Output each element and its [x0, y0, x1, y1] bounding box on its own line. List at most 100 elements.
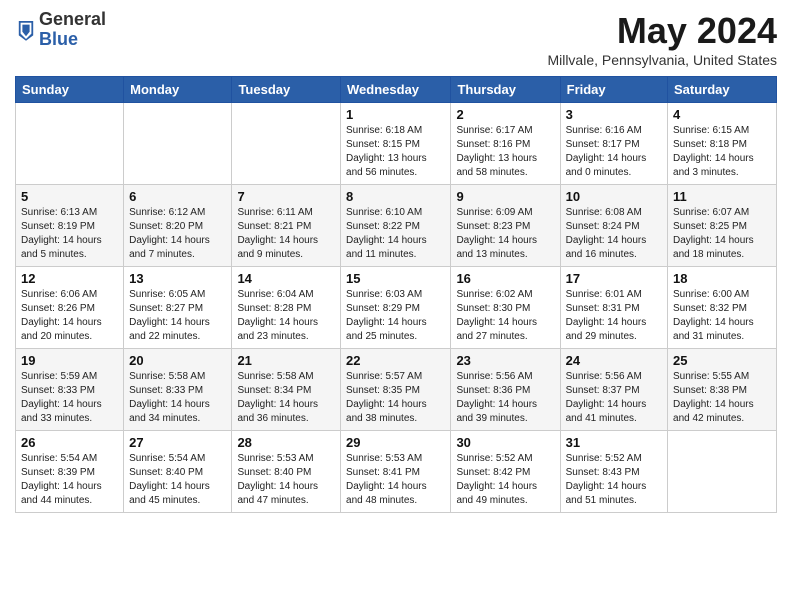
calendar-cell: 13 Sunrise: 6:05 AMSunset: 8:27 PMDayligh…: [124, 267, 232, 349]
day-info: Sunrise: 6:11 AMSunset: 8:21 PMDaylight:…: [237, 206, 335, 262]
calendar-cell: 12 Sunrise: 6:06 AMSunset: 8:26 PMDayligh…: [16, 267, 124, 349]
day-number: 21: [237, 353, 335, 368]
week-row-1: 1 Sunrise: 6:18 AMSunset: 8:15 PMDaylight…: [16, 103, 777, 185]
day-number: 19: [21, 353, 118, 368]
calendar-cell: 21 Sunrise: 5:58 AMSunset: 8:34 PMDayligh…: [232, 349, 341, 431]
day-number: 30: [456, 435, 554, 450]
weekday-header-thursday: Thursday: [451, 77, 560, 103]
calendar-cell: 9 Sunrise: 6:09 AMSunset: 8:23 PMDaylight…: [451, 185, 560, 267]
day-info: Sunrise: 6:12 AMSunset: 8:20 PMDaylight:…: [129, 206, 226, 262]
day-number: 20: [129, 353, 226, 368]
day-info: Sunrise: 5:53 AMSunset: 8:41 PMDaylight:…: [346, 452, 445, 508]
calendar-cell: 4 Sunrise: 6:15 AMSunset: 8:18 PMDaylight…: [668, 103, 777, 185]
location-text: Millvale, Pennsylvania, United States: [547, 52, 777, 68]
day-number: 16: [456, 271, 554, 286]
calendar-cell: 6 Sunrise: 6:12 AMSunset: 8:20 PMDaylight…: [124, 185, 232, 267]
weekday-header-row: SundayMondayTuesdayWednesdayThursdayFrid…: [16, 77, 777, 103]
calendar-cell: 7Sunrise: 6:11 AMSunset: 8:21 PMDaylight…: [232, 185, 341, 267]
calendar-cell: 17 Sunrise: 6:01 AMSunset: 8:31 PMDayligh…: [560, 267, 667, 349]
calendar-cell: 16 Sunrise: 6:02 AMSunset: 8:30 PMDayligh…: [451, 267, 560, 349]
day-info: Sunrise: 5:56 AMSunset: 8:37 PMDaylight:…: [566, 370, 662, 426]
weekday-header-sunday: Sunday: [16, 77, 124, 103]
day-info: Sunrise: 6:04 AMSunset: 8:28 PMDaylight:…: [237, 288, 335, 344]
day-info: Sunrise: 6:10 AMSunset: 8:22 PMDaylight:…: [346, 206, 445, 262]
weekday-header-saturday: Saturday: [668, 77, 777, 103]
day-info: Sunrise: 6:17 AMSunset: 8:16 PMDaylight:…: [456, 124, 554, 180]
week-row-2: 5 Sunrise: 6:13 AMSunset: 8:19 PMDaylight…: [16, 185, 777, 267]
calendar-cell: 11 Sunrise: 6:07 AMSunset: 8:25 PMDayligh…: [668, 185, 777, 267]
calendar-cell: 30 Sunrise: 5:52 AMSunset: 8:42 PMDayligh…: [451, 431, 560, 513]
day-number: 22: [346, 353, 445, 368]
day-info: Sunrise: 6:09 AMSunset: 8:23 PMDaylight:…: [456, 206, 554, 262]
day-info: Sunrise: 5:52 AMSunset: 8:43 PMDaylight:…: [566, 452, 662, 508]
weekday-header-wednesday: Wednesday: [341, 77, 451, 103]
calendar-cell: 24 Sunrise: 5:56 AMSunset: 8:37 PMDayligh…: [560, 349, 667, 431]
calendar-cell: 15 Sunrise: 6:03 AMSunset: 8:29 PMDayligh…: [341, 267, 451, 349]
day-info: Sunrise: 5:59 AMSunset: 8:33 PMDaylight:…: [21, 370, 118, 426]
day-info: Sunrise: 6:16 AMSunset: 8:17 PMDaylight:…: [566, 124, 662, 180]
month-title: May 2024: [547, 10, 777, 52]
day-number: 14: [237, 271, 335, 286]
day-number: 10: [566, 189, 662, 204]
day-info: Sunrise: 6:13 AMSunset: 8:19 PMDaylight:…: [21, 206, 118, 262]
logo-general-text: General: [39, 10, 106, 30]
weekday-header-friday: Friday: [560, 77, 667, 103]
day-info: Sunrise: 6:07 AMSunset: 8:25 PMDaylight:…: [673, 206, 771, 262]
day-number: 9: [456, 189, 554, 204]
day-number: 11: [673, 189, 771, 204]
day-number: 6: [129, 189, 226, 204]
day-number: 17: [566, 271, 662, 286]
week-row-3: 12 Sunrise: 6:06 AMSunset: 8:26 PMDayligh…: [16, 267, 777, 349]
week-row-5: 26Sunrise: 5:54 AMSunset: 8:39 PMDayligh…: [16, 431, 777, 513]
title-area: May 2024 Millvale, Pennsylvania, United …: [547, 10, 777, 68]
day-info: Sunrise: 6:15 AMSunset: 8:18 PMDaylight:…: [673, 124, 771, 180]
day-number: 5: [21, 189, 118, 204]
day-number: 23: [456, 353, 554, 368]
day-info: Sunrise: 5:53 AMSunset: 8:40 PMDaylight:…: [237, 452, 335, 508]
logo-text: General Blue: [39, 10, 106, 50]
calendar-cell: 18Sunrise: 6:00 AMSunset: 8:32 PMDayligh…: [668, 267, 777, 349]
day-number: 15: [346, 271, 445, 286]
day-info: Sunrise: 5:57 AMSunset: 8:35 PMDaylight:…: [346, 370, 445, 426]
day-info: Sunrise: 5:58 AMSunset: 8:34 PMDaylight:…: [237, 370, 335, 426]
day-info: Sunrise: 6:18 AMSunset: 8:15 PMDaylight:…: [346, 124, 445, 180]
weekday-header-tuesday: Tuesday: [232, 77, 341, 103]
day-number: 29: [346, 435, 445, 450]
day-number: 13: [129, 271, 226, 286]
calendar-cell: 26Sunrise: 5:54 AMSunset: 8:39 PMDayligh…: [16, 431, 124, 513]
logo-blue-text: Blue: [39, 30, 106, 50]
calendar-cell: [124, 103, 232, 185]
calendar-cell: 28Sunrise: 5:53 AMSunset: 8:40 PMDayligh…: [232, 431, 341, 513]
week-row-4: 19 Sunrise: 5:59 AMSunset: 8:33 PMDayligh…: [16, 349, 777, 431]
day-number: 24: [566, 353, 662, 368]
calendar-cell: 1 Sunrise: 6:18 AMSunset: 8:15 PMDaylight…: [341, 103, 451, 185]
calendar-cell: 20 Sunrise: 5:58 AMSunset: 8:33 PMDayligh…: [124, 349, 232, 431]
day-info: Sunrise: 6:02 AMSunset: 8:30 PMDaylight:…: [456, 288, 554, 344]
calendar-cell: 29 Sunrise: 5:53 AMSunset: 8:41 PMDayligh…: [341, 431, 451, 513]
day-number: 4: [673, 107, 771, 122]
day-number: 26: [21, 435, 118, 450]
day-number: 31: [566, 435, 662, 450]
day-info: Sunrise: 6:03 AMSunset: 8:29 PMDaylight:…: [346, 288, 445, 344]
calendar-cell: [232, 103, 341, 185]
day-number: 25: [673, 353, 771, 368]
day-info: Sunrise: 6:01 AMSunset: 8:31 PMDaylight:…: [566, 288, 662, 344]
day-number: 27: [129, 435, 226, 450]
day-number: 3: [566, 107, 662, 122]
calendar-cell: 19 Sunrise: 5:59 AMSunset: 8:33 PMDayligh…: [16, 349, 124, 431]
calendar-cell: 22 Sunrise: 5:57 AMSunset: 8:35 PMDayligh…: [341, 349, 451, 431]
calendar-cell: [16, 103, 124, 185]
day-info: Sunrise: 5:55 AMSunset: 8:38 PMDaylight:…: [673, 370, 771, 426]
day-info: Sunrise: 5:52 AMSunset: 8:42 PMDaylight:…: [456, 452, 554, 508]
day-info: Sunrise: 6:06 AMSunset: 8:26 PMDaylight:…: [21, 288, 118, 344]
day-number: 1: [346, 107, 445, 122]
day-info: Sunrise: 6:08 AMSunset: 8:24 PMDaylight:…: [566, 206, 662, 262]
day-info: Sunrise: 5:56 AMSunset: 8:36 PMDaylight:…: [456, 370, 554, 426]
day-info: Sunrise: 5:58 AMSunset: 8:33 PMDaylight:…: [129, 370, 226, 426]
weekday-header-monday: Monday: [124, 77, 232, 103]
calendar-cell: 5 Sunrise: 6:13 AMSunset: 8:19 PMDaylight…: [16, 185, 124, 267]
day-number: 12: [21, 271, 118, 286]
logo-icon: [17, 19, 35, 41]
day-info: Sunrise: 6:05 AMSunset: 8:27 PMDaylight:…: [129, 288, 226, 344]
calendar-cell: [668, 431, 777, 513]
